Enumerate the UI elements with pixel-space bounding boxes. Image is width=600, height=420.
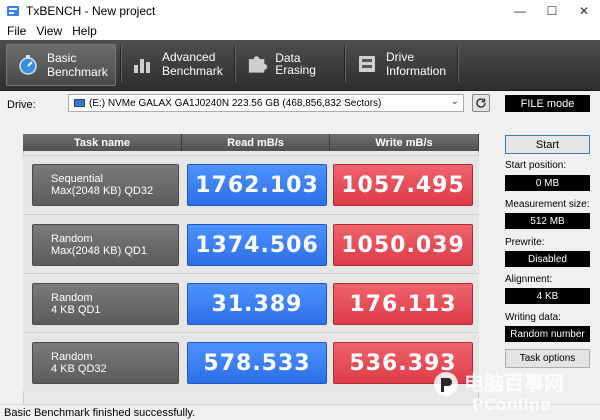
tab-data-erasing-label: Data Erasing [275,51,316,77]
tab-basic-benchmark[interactable]: Basic Benchmark [6,44,116,86]
file-mode-indicator: FILE mode [505,95,590,112]
writing-data-label: Writing data: [505,312,561,323]
drive-icon [359,56,375,72]
task-button[interactable]: Sequential Max(2048 KB) QD32 [32,164,179,206]
task-name-line2: 4 KB QD32 [51,363,107,375]
tab-data-erasing[interactable]: Data Erasing [236,44,342,84]
window-controls: — ☐ ✕ [504,0,600,22]
toolbar-divider [457,46,458,82]
maximize-icon[interactable]: ☐ [536,0,568,22]
tab-advanced-benchmark[interactable]: Advanced Benchmark [122,44,230,84]
toolbar-divider [344,46,345,82]
start-position-field[interactable]: 0 MB [505,175,590,191]
task-button[interactable]: Random Max(2048 KB) QD1 [32,224,179,266]
task-name-line2: 4 KB QD1 [51,304,101,316]
watermark-cn-text: 电脑百事网 [464,371,564,395]
tab-drive-information[interactable]: Drive Information [346,44,454,84]
refresh-button[interactable] [472,94,490,112]
task-name-line2: Max(2048 KB) QD32 [51,185,154,197]
bar-chart-icon [134,59,150,73]
tab-basic-line2: Benchmark [47,65,108,79]
window-title: TxBENCH - New project [26,4,156,18]
stopwatch-icon [19,55,37,75]
task-options-button[interactable]: Task options [505,349,590,368]
minimize-icon[interactable]: — [504,0,536,22]
menu-view[interactable]: View [31,24,67,38]
task-button[interactable]: Random 4 KB QD32 [32,342,179,384]
chevron-down-icon: ⌄ [450,96,459,107]
toolbar-divider [120,46,121,82]
task-name-line1: Random [51,292,93,304]
app-window: TxBENCH - New project — ☐ ✕ File View He… [0,0,600,420]
menu-help[interactable]: Help [67,24,102,38]
start-position-label: Start position: [505,160,567,171]
menu-file[interactable]: File [2,24,31,38]
write-value: 176.113 [333,283,473,325]
header-read: Read mB/s [182,134,330,151]
task-name-line1: Random [51,233,93,245]
read-value: 1762.103 [187,164,327,206]
tab-advanced-line2: Benchmark [162,64,223,78]
write-value: 536.393 [333,342,473,384]
drive-selected-value: (E:) NVMe GALAX GA1J0240N 223.56 GB (468… [89,97,382,109]
writing-data-field[interactable]: Random number [505,326,590,342]
start-button[interactable]: Start [505,135,590,154]
measurement-size-label: Measurement size: [505,199,590,210]
write-value: 1050.039 [333,224,473,266]
main-toolbar: Basic Benchmark Advanced Benchmark Data … [0,40,600,91]
status-text: Basic Benchmark finished successfully. [4,406,196,419]
read-value: 1374.506 [187,224,327,266]
measurement-size-field[interactable]: 512 MB [505,213,590,229]
menu-bar: File View Help [0,22,600,40]
close-icon[interactable]: ✕ [568,0,600,22]
read-value: 578.533 [187,342,327,384]
status-bar: Basic Benchmark finished successfully. [0,404,600,420]
puzzle-icon [248,56,268,73]
write-value: 1057.495 [333,164,473,206]
nvme-drive-icon [74,99,85,107]
read-value: 31.389 [187,283,327,325]
alignment-field[interactable]: 4 KB [505,288,590,304]
title-bar: TxBENCH - New project — ☐ ✕ [0,0,600,22]
task-name-line1: Sequential [51,173,103,185]
header-task-name: Task name [23,134,182,151]
task-name-line1: Random [51,351,93,363]
tab-drive-line1: Drive [386,50,415,64]
drive-select[interactable]: (E:) NVMe GALAX GA1J0240N 223.56 GB (468… [68,94,464,112]
alignment-label: Alignment: [505,274,553,285]
toolbar-divider [234,46,235,82]
refresh-icon [476,98,486,108]
tab-drive-line2: Information [386,64,447,78]
tab-basic-line1: Basic [47,51,77,65]
prewrite-label: Prewrite: [505,237,545,248]
task-name-line2: Max(2048 KB) QD1 [51,245,147,257]
tab-advanced-line1: Advanced [162,50,216,64]
drive-label: Drive: [7,99,36,111]
header-write: Write mB/s [330,134,479,151]
prewrite-field[interactable]: Disabled [505,251,590,267]
task-button[interactable]: Random 4 KB QD1 [32,283,179,325]
app-icon [6,4,20,18]
